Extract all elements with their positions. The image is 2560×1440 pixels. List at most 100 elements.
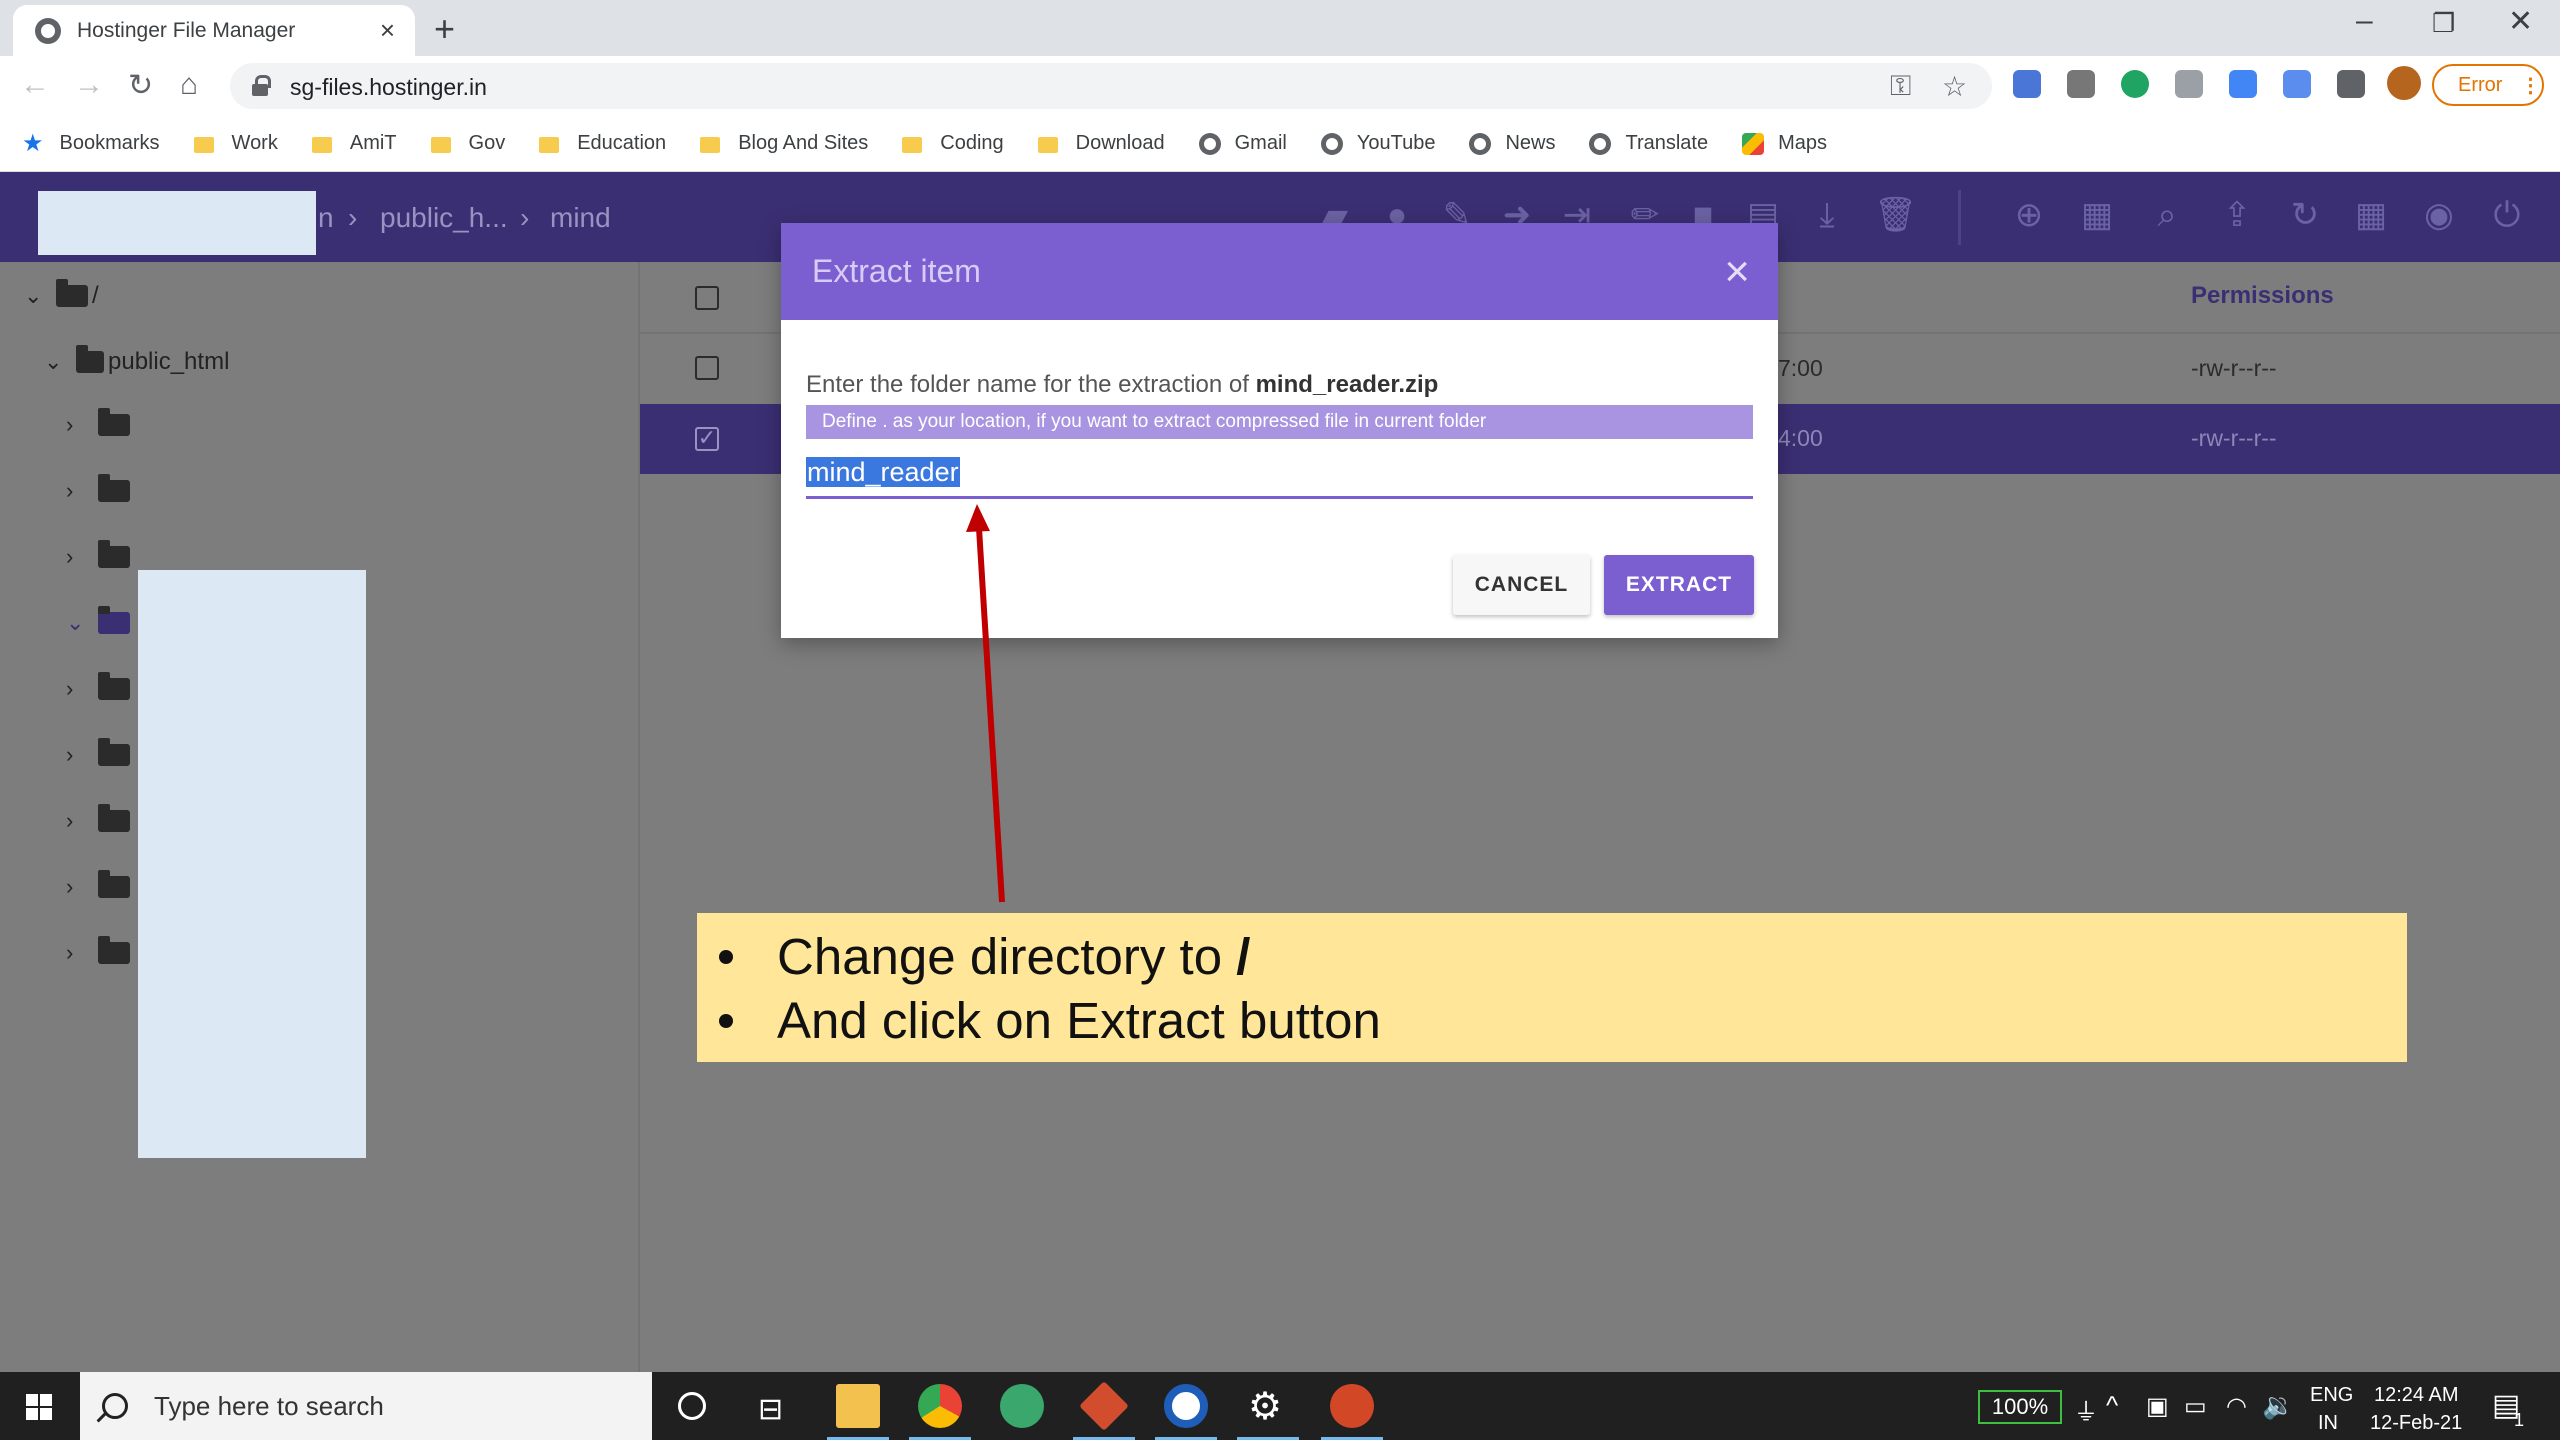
extension-icon[interactable] xyxy=(2067,70,2095,98)
extension-icon[interactable] xyxy=(2121,70,2149,98)
windows-start-icon[interactable] xyxy=(26,1394,52,1420)
tree-item[interactable]: › xyxy=(66,804,130,834)
clock-time[interactable]: 12:24 AM xyxy=(2374,1384,2459,1407)
powerpoint-icon[interactable] xyxy=(1330,1384,1374,1428)
bookmark-item[interactable]: Maps xyxy=(1742,132,1827,155)
error-button[interactable]: Error ⋮ xyxy=(2432,64,2544,106)
tree-item[interactable]: › xyxy=(66,870,130,900)
chevron-right-icon[interactable]: › xyxy=(66,808,84,834)
git-icon[interactable] xyxy=(1079,1381,1129,1431)
bookmark-item[interactable]: ★ Bookmarks xyxy=(22,129,160,158)
permissions-column-header[interactable]: Permissions xyxy=(2191,282,2334,310)
tree-item-mind[interactable]: ⌄ xyxy=(66,606,130,636)
close-icon[interactable]: × xyxy=(1724,247,1750,297)
language-indicator-top[interactable]: ENG xyxy=(2310,1384,2353,1407)
bookmark-item[interactable]: Download xyxy=(1037,132,1165,155)
minimize-icon[interactable]: – xyxy=(2356,4,2373,38)
tree-item[interactable]: › xyxy=(66,540,130,570)
reload-icon[interactable]: ↻ xyxy=(128,68,153,103)
bookmark-item[interactable]: Translate xyxy=(1589,132,1708,155)
bookmark-item[interactable]: Blog And Sites xyxy=(700,132,868,155)
restore-icon[interactable]: ❐ xyxy=(2432,8,2455,39)
chevron-down-icon[interactable]: ⌄ xyxy=(24,283,42,309)
chevron-down-icon[interactable]: ⌄ xyxy=(44,349,62,375)
bookmark-item[interactable]: Education xyxy=(539,132,666,155)
chevron-up-icon[interactable]: ^ xyxy=(2106,1390,2118,1421)
breadcrumb-mind[interactable]: mind xyxy=(550,202,611,234)
select-all-checkbox[interactable] xyxy=(695,286,719,310)
extension-icon[interactable] xyxy=(2175,70,2203,98)
app-icon[interactable] xyxy=(1164,1384,1208,1428)
battery-percent[interactable]: 100% xyxy=(1978,1390,2062,1424)
tree-item[interactable]: › xyxy=(66,408,130,438)
grid-view-icon[interactable]: ▦ xyxy=(2354,198,2388,232)
chevron-right-icon[interactable]: › xyxy=(66,742,84,768)
bookmark-star-icon[interactable]: ☆ xyxy=(1942,70,1967,103)
chevron-right-icon[interactable]: › xyxy=(66,412,84,438)
settings-gear-icon[interactable]: ⚙ xyxy=(1248,1384,1282,1429)
new-tab-button[interactable]: + xyxy=(434,8,455,50)
avatar[interactable] xyxy=(2387,66,2421,100)
bookmark-item[interactable]: News xyxy=(1469,132,1555,155)
wifi-icon[interactable]: ◠ xyxy=(2226,1392,2247,1421)
breadcrumb-partial[interactable]: n xyxy=(318,202,334,234)
translate-extension-icon[interactable] xyxy=(2229,70,2257,98)
row-checkbox-checked[interactable]: ✓ xyxy=(695,427,719,451)
address-bar[interactable]: sg-files.hostinger.in ⚿ ☆ xyxy=(230,63,1992,109)
task-view-icon[interactable]: ⊟ xyxy=(758,1392,783,1427)
tree-item[interactable]: › xyxy=(66,936,130,966)
row-checkbox[interactable] xyxy=(695,356,719,380)
language-indicator-bottom[interactable]: IN xyxy=(2318,1412,2338,1435)
bookmark-item[interactable]: AmiT xyxy=(311,132,397,155)
file-explorer-icon[interactable] xyxy=(836,1384,880,1428)
chrome-icon[interactable] xyxy=(918,1384,962,1428)
bookmark-item[interactable]: Gmail xyxy=(1198,132,1287,155)
bookmark-item[interactable]: Work xyxy=(193,132,278,155)
breadcrumb-public-html[interactable]: public_h... xyxy=(380,202,508,234)
clock-date[interactable]: 12-Feb-21 xyxy=(2370,1412,2462,1435)
chevron-down-icon[interactable]: ⌄ xyxy=(66,610,84,636)
new-folder-icon[interactable]: ▦ xyxy=(2080,198,2114,232)
chevron-right-icon[interactable]: › xyxy=(66,676,84,702)
tree-item-public-html[interactable]: ⌄ public_html xyxy=(44,345,229,376)
volume-icon[interactable]: 🔉 xyxy=(2262,1390,2294,1421)
trash-icon[interactable]: 🗑 xyxy=(1874,198,1917,232)
back-icon[interactable]: ← xyxy=(20,68,50,102)
chevron-right-icon[interactable]: › xyxy=(66,544,84,570)
tree-item[interactable]: › xyxy=(66,672,130,702)
tree-item[interactable]: › xyxy=(66,738,130,768)
refresh-icon[interactable]: ↻ xyxy=(2288,198,2322,232)
bookmark-item[interactable]: Coding xyxy=(902,132,1004,155)
chevron-right-icon[interactable]: › xyxy=(66,874,84,900)
extract-button[interactable]: EXTRACT xyxy=(1604,555,1754,615)
folder-name-input[interactable]: mind_reader xyxy=(806,451,1753,499)
key-icon[interactable]: ⚿ xyxy=(1890,70,1911,103)
battery-icon[interactable]: ▭ xyxy=(2184,1392,2207,1421)
plug-icon[interactable]: ⏚ xyxy=(2074,1392,2098,1427)
upload-icon[interactable]: ⇪ xyxy=(2220,198,2254,232)
home-icon[interactable]: ⌂ xyxy=(180,68,198,102)
cancel-button[interactable]: CANCEL xyxy=(1453,555,1590,615)
chevron-right-icon[interactable]: › xyxy=(66,940,84,966)
new-file-icon[interactable]: ⊕ xyxy=(2012,198,2046,232)
taskbar-search[interactable]: Type here to search xyxy=(80,1372,652,1440)
forward-icon[interactable]: → xyxy=(74,68,104,102)
close-window-icon[interactable]: ✕ xyxy=(2508,4,2533,39)
search-icon[interactable]: ⌕ xyxy=(2150,198,2184,232)
tab-file-manager[interactable]: Hostinger File Manager × xyxy=(13,5,415,56)
download-icon[interactable]: ⤓ xyxy=(1810,198,1844,232)
puzzle-icon[interactable] xyxy=(2337,70,2365,98)
language-icon[interactable]: ◉ xyxy=(2422,198,2456,232)
tree-item[interactable]: › xyxy=(66,474,130,504)
close-tab-icon[interactable]: × xyxy=(380,15,395,46)
bookmark-item[interactable]: YouTube xyxy=(1320,132,1435,155)
bookmark-item[interactable]: Gov xyxy=(430,132,505,155)
tree-item-root[interactable]: ⌄ / xyxy=(24,279,99,310)
power-icon[interactable]: ⏻ xyxy=(2490,198,2524,232)
chevron-right-icon[interactable]: › xyxy=(66,478,84,504)
meet-icon[interactable]: ▣ xyxy=(2146,1392,2169,1421)
cortana-icon[interactable] xyxy=(678,1392,706,1420)
extension-icon[interactable] xyxy=(2013,70,2041,98)
app-icon[interactable] xyxy=(1000,1384,1044,1428)
extension-icon[interactable] xyxy=(2283,70,2311,98)
